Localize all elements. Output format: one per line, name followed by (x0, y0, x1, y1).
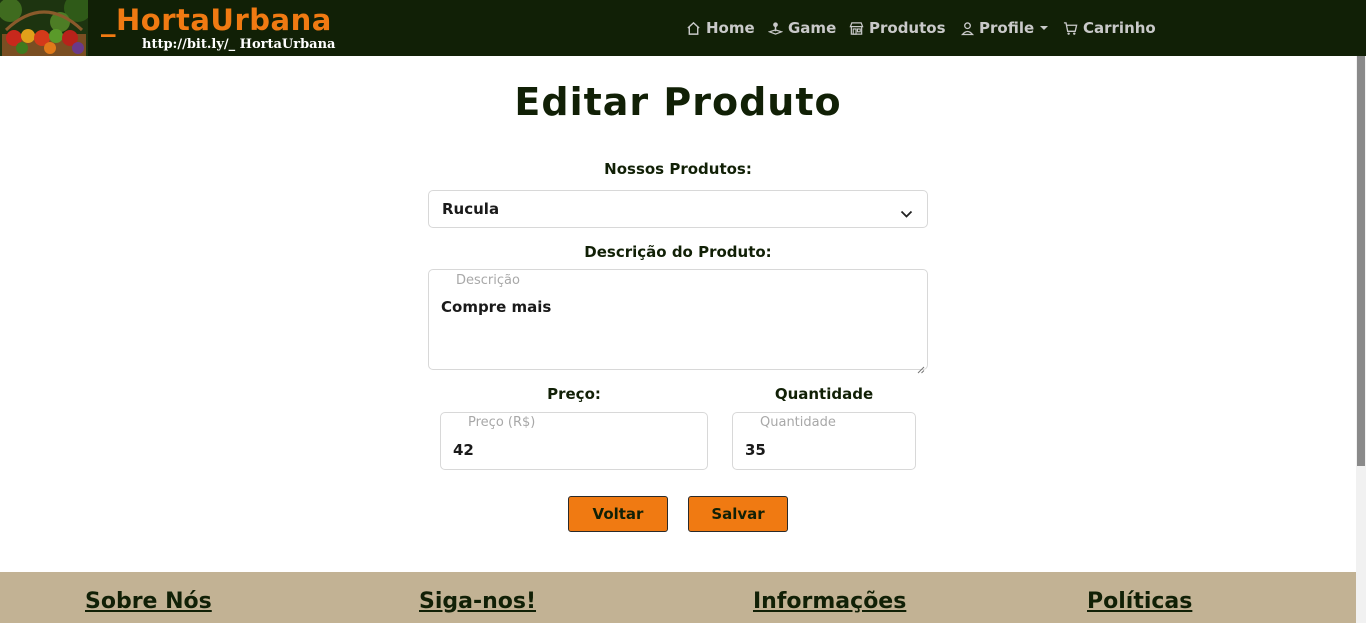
page-title: Editar Produto (514, 80, 842, 124)
description-value: Compre mais (441, 298, 552, 316)
nav-item-label: Carrinho (1083, 19, 1156, 37)
shop-icon (849, 21, 864, 36)
footer-heading-siga-nos[interactable]: Siga-nos! (419, 589, 536, 614)
nav-item-label: Profile (979, 19, 1035, 37)
brand-url[interactable]: http://bit.ly/_ HortaUrbana (142, 37, 335, 52)
quantity-value: 35 (745, 441, 766, 459)
footer-heading-sobre-nos[interactable]: Sobre Nós (85, 589, 212, 614)
cart-icon (1063, 21, 1078, 36)
description-placeholder: Descrição (456, 273, 520, 288)
product-select-value: Rucula (442, 200, 500, 218)
description-textarea[interactable]: Descrição Compre mais (428, 269, 928, 374)
product-select[interactable]: Rucula (428, 190, 928, 228)
nav-item-label: Game (788, 19, 837, 37)
page-scrollbar[interactable] (1356, 56, 1366, 623)
footer-heading-politicas[interactable]: Políticas (1087, 589, 1192, 614)
brand-title[interactable]: _HortaUrbana (101, 3, 332, 37)
chevron-down-icon (1040, 26, 1049, 30)
scrollbar-thumb[interactable] (1357, 56, 1365, 466)
price-value: 42 (453, 441, 474, 459)
quantity-placeholder: Quantidade (760, 415, 836, 430)
quantity-input[interactable]: Quantidade 35 (732, 412, 916, 470)
quantity-label: Quantidade (774, 385, 874, 403)
nav-item-game[interactable]: Game (768, 17, 836, 39)
nav-item-carrinho[interactable]: Carrinho (1063, 17, 1156, 39)
back-button[interactable]: Voltar (568, 496, 668, 532)
footer: Sobre Nós Siga-nos! Informações Política… (0, 572, 1356, 623)
price-placeholder: Preço (R$) (468, 415, 536, 430)
nav-item-label: Home (706, 19, 755, 37)
footer-heading-informacoes[interactable]: Informações (753, 589, 906, 614)
price-label: Preço: (547, 385, 601, 403)
nav-item-label: Produtos (869, 19, 946, 37)
user-icon (961, 21, 974, 36)
product-select-label: Nossos Produtos: (604, 160, 752, 178)
resize-handle-icon[interactable] (917, 359, 925, 374)
nav-item-home[interactable]: Home (686, 17, 755, 39)
vegetable-basket-logo[interactable] (0, 0, 88, 56)
joystick-icon (768, 21, 783, 36)
page: _HortaUrbana http://bit.ly/_ HortaUrbana… (0, 0, 1366, 623)
save-button[interactable]: Salvar (688, 496, 788, 532)
nav-item-produtos[interactable]: Produtos (849, 17, 946, 39)
description-label: Descrição do Produto: (584, 243, 772, 261)
price-input[interactable]: Preço (R$) 42 (440, 412, 708, 470)
navbar: _HortaUrbana http://bit.ly/_ HortaUrbana… (0, 0, 1366, 56)
chevron-down-icon (900, 204, 913, 223)
nav-item-profile[interactable]: Profile (961, 17, 1049, 39)
home-icon (686, 21, 701, 36)
